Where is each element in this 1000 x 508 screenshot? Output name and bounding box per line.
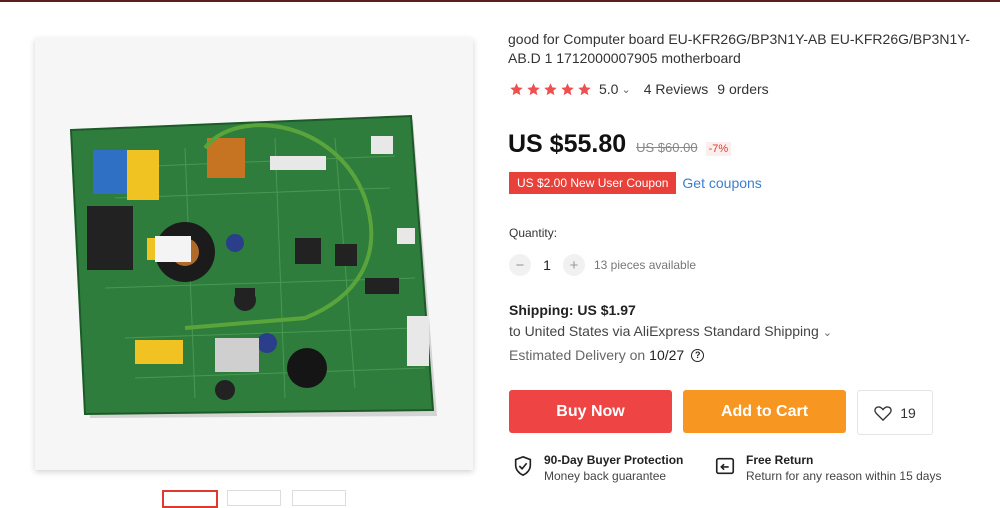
buyer-protection-subtitle: Money back guarantee [544, 469, 667, 483]
original-price: US $60.00 [636, 140, 698, 155]
wishlist-count: 19 [900, 404, 916, 421]
get-coupons-link[interactable]: Get coupons [682, 175, 761, 191]
increase-quantity-button[interactable]: + [563, 254, 585, 276]
product-title: good for Computer board EU-KFR26G/BP3N1Y… [508, 31, 970, 66]
price-row: US $55.80 US $60.00 -7% [508, 130, 732, 159]
quantity-stepper: − 1 + 13 pieces available [509, 254, 696, 276]
star-icon [527, 82, 540, 95]
circuit-board-image [35, 38, 473, 470]
heart-icon [874, 405, 892, 421]
star-icon [544, 82, 557, 95]
shield-check-icon [514, 455, 532, 477]
main-product-image[interactable] [35, 38, 473, 470]
free-return: Free Return Return for any reason within… [714, 452, 941, 484]
current-price: US $55.80 [508, 130, 627, 158]
buy-now-button[interactable]: Buy Now [509, 390, 672, 433]
rating-stars [509, 82, 592, 97]
coupon-row: US $2.00 New User Coupon Get coupons [509, 172, 762, 194]
return-icon [715, 457, 735, 475]
buyer-protection: 90-Day Buyer Protection Money back guara… [512, 452, 683, 484]
free-return-subtitle: Return for any reason within 15 days [746, 469, 942, 483]
top-border [0, 0, 1000, 2]
chevron-down-icon[interactable]: ⌄ [621, 83, 630, 96]
estimated-delivery: Estimated Delivery on 10/27 ? [509, 347, 705, 363]
thumbnail-1[interactable] [162, 490, 218, 508]
new-user-coupon-badge[interactable]: US $2.00 New User Coupon [509, 172, 677, 194]
shipping-method[interactable]: to United States via AliExpress Standard… [509, 323, 832, 339]
star-icon [578, 82, 591, 95]
free-return-title: Free Return [746, 453, 814, 467]
pieces-available: 13 pieces available [594, 258, 697, 272]
rating-value[interactable]: 5.0 [599, 81, 618, 97]
buyer-protection-title: 90-Day Buyer Protection [544, 453, 684, 467]
quantity-input[interactable]: 1 [531, 257, 563, 273]
orders-count: 9 orders [717, 81, 769, 97]
quantity-label: Quantity: [509, 226, 558, 240]
reviews-link[interactable]: 4 Reviews [644, 81, 709, 97]
shipping-method-label: to United States via AliExpress Standard… [509, 323, 819, 339]
decrease-quantity-button[interactable]: − [509, 254, 531, 276]
star-icon [561, 82, 574, 95]
add-to-cart-button[interactable]: Add to Cart [683, 390, 846, 433]
rating-row: 5.0 ⌄ 4 Reviews 9 orders [509, 79, 769, 99]
thumbnail-3[interactable] [292, 490, 346, 506]
star-icon [510, 82, 523, 95]
chevron-down-icon[interactable]: ⌄ [823, 327, 832, 339]
delivery-date: 10/27 [649, 347, 685, 363]
delivery-prefix: Estimated Delivery on [509, 347, 646, 363]
thumbnail-2[interactable] [227, 490, 281, 506]
question-icon[interactable]: ? [691, 348, 705, 362]
discount-badge: -7% [705, 142, 732, 156]
wishlist-button[interactable]: 19 [857, 390, 933, 435]
shipping-cost: Shipping: US $1.97 [509, 302, 636, 318]
